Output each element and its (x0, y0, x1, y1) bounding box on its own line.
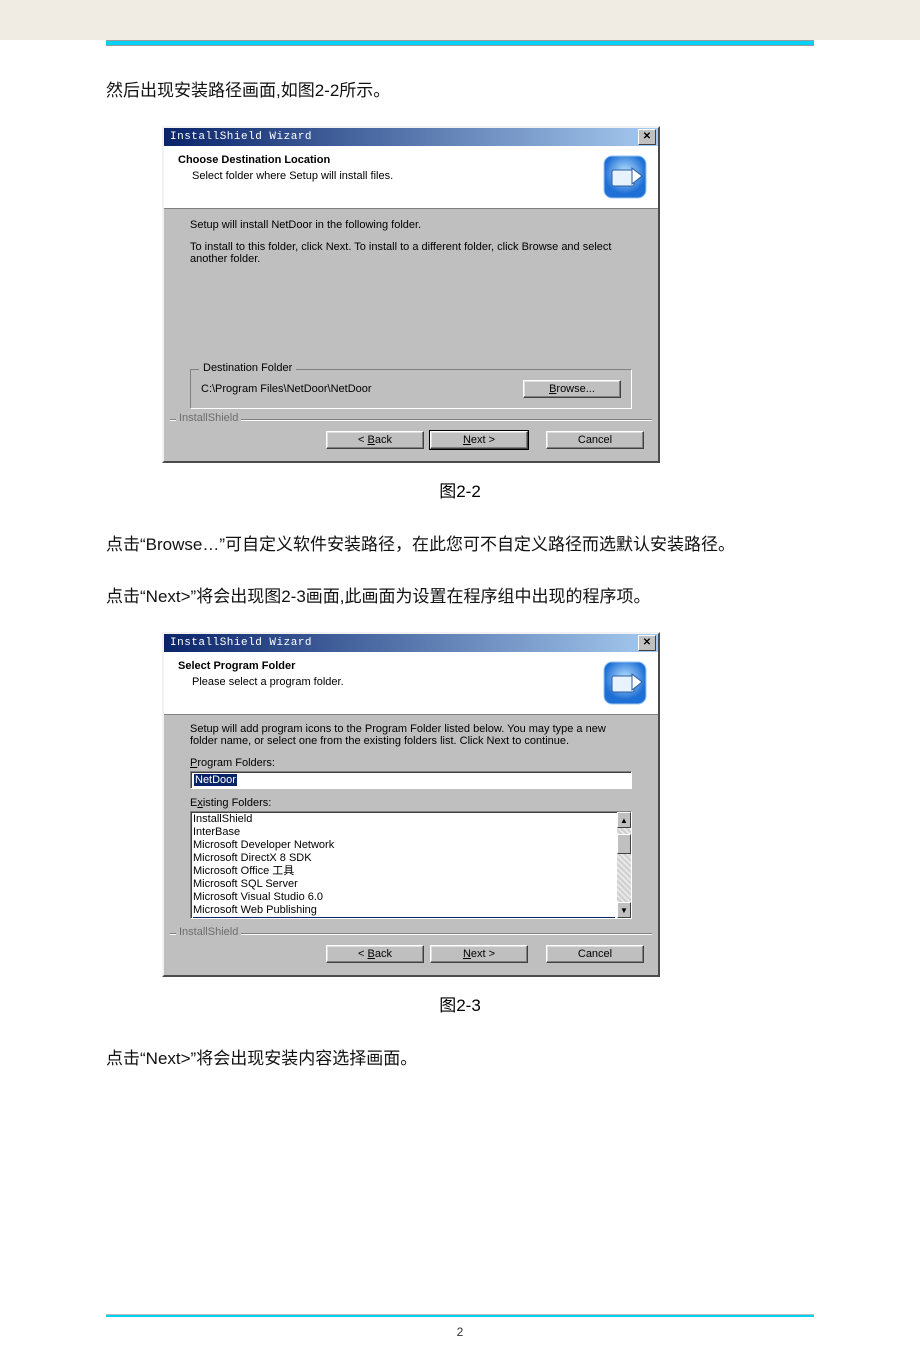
program-folders-label: Program Folders: (190, 757, 632, 769)
body-line-2: To install to this folder, click Next. T… (190, 241, 632, 265)
scroll-up-icon[interactable]: ▲ (617, 812, 631, 828)
page-footer-rule (106, 1314, 814, 1317)
figure-caption-1: 图2-2 (60, 477, 860, 502)
wizard-heading: Choose Destination Location (178, 154, 602, 166)
wizard-client: Setup will add program icons to the Prog… (164, 715, 658, 929)
footer-separator: InstallShield (170, 419, 652, 421)
scrollbar[interactable]: ▲ ▼ (617, 812, 631, 918)
page-header-rule (106, 40, 814, 46)
list-item[interactable]: Microsoft Web Publishing (193, 904, 615, 917)
button-row: < Back Next > Cancel (164, 935, 658, 975)
close-icon[interactable]: ✕ (638, 635, 656, 651)
destination-label: Destination Folder (199, 362, 296, 374)
cancel-button[interactable]: Cancel (546, 431, 644, 449)
back-button[interactable]: < Back (326, 945, 424, 963)
button-row: < Back Next > Cancel (164, 421, 658, 461)
para-next: 点击“Next>”将会出现图2-3画面,此画面为设置在程序组中出现的程序项。 (60, 580, 860, 614)
figure-caption-2: 图2-3 (60, 991, 860, 1016)
wizard-subheading: Please select a program folder. (192, 676, 602, 688)
browse-button[interactable]: Browse... (523, 380, 621, 398)
page-number: 2 (60, 1325, 860, 1339)
scroll-down-icon[interactable]: ▼ (617, 902, 631, 918)
brand-label: InstallShield (176, 926, 241, 938)
brand-label: InstallShield (176, 412, 241, 424)
back-button[interactable]: < Back (326, 431, 424, 449)
list-item[interactable]: InterBase (193, 826, 615, 839)
next-button[interactable]: Next > (430, 431, 528, 449)
list-item[interactable]: Microsoft SQL Server (193, 878, 615, 891)
program-folders-input[interactable]: NetDoor (190, 771, 632, 789)
installer-icon (602, 660, 648, 706)
list-item[interactable]: Microsoft Visual Studio 6.0 (193, 891, 615, 904)
wizard-banner: Select Program Folder Please select a pr… (164, 652, 658, 715)
wizard-heading: Select Program Folder (178, 660, 602, 672)
destination-path: C:\Program Files\NetDoor\NetDoor (201, 383, 515, 395)
installshield-window-destination: InstallShield Wizard ✕ Choose Destinatio… (162, 126, 660, 463)
titlebar[interactable]: InstallShield Wizard ✕ (164, 634, 658, 652)
wizard-banner: Choose Destination Location Select folde… (164, 146, 658, 209)
wizard-subheading: Select folder where Setup will install f… (192, 170, 602, 182)
list-item[interactable]: Netdoor (193, 917, 615, 918)
list-item[interactable]: Microsoft Office 工具 (193, 865, 615, 878)
destination-fieldset: Destination Folder C:\Program Files\NetD… (190, 369, 632, 409)
body-line-1: Setup will install NetDoor in the follow… (190, 219, 632, 231)
intro-paragraph: 然后出现安装路径画面,如图2-2所示。 (60, 74, 860, 108)
close-icon[interactable]: ✕ (638, 129, 656, 145)
existing-folders-listbox[interactable]: InstallShieldInterBaseMicrosoft Develope… (190, 811, 632, 919)
list-item[interactable]: Microsoft Developer Network (193, 839, 615, 852)
installshield-window-program-folder: InstallShield Wizard ✕ Select Program Fo… (162, 632, 660, 977)
installer-icon (602, 154, 648, 200)
cancel-button[interactable]: Cancel (546, 945, 644, 963)
window-title: InstallShield Wizard (166, 637, 638, 649)
list-item[interactable]: Microsoft DirectX 8 SDK (193, 852, 615, 865)
scroll-thumb[interactable] (617, 834, 631, 854)
para-final: 点击“Next>”将会出现安装内容选择画面。 (60, 1042, 860, 1076)
next-button[interactable]: Next > (430, 945, 528, 963)
window-title: InstallShield Wizard (166, 131, 638, 143)
existing-folders-label: Existing Folders: (190, 797, 632, 809)
body-text: Setup will add program icons to the Prog… (190, 723, 632, 747)
titlebar[interactable]: InstallShield Wizard ✕ (164, 128, 658, 146)
footer-separator: InstallShield (170, 933, 652, 935)
list-item[interactable]: InstallShield (193, 813, 615, 826)
wizard-client: Setup will install NetDoor in the follow… (164, 209, 658, 415)
para-browse: 点击“Browse…”可自定义软件安装路径，在此您可不自定义路径而选默认安装路径… (60, 528, 860, 562)
